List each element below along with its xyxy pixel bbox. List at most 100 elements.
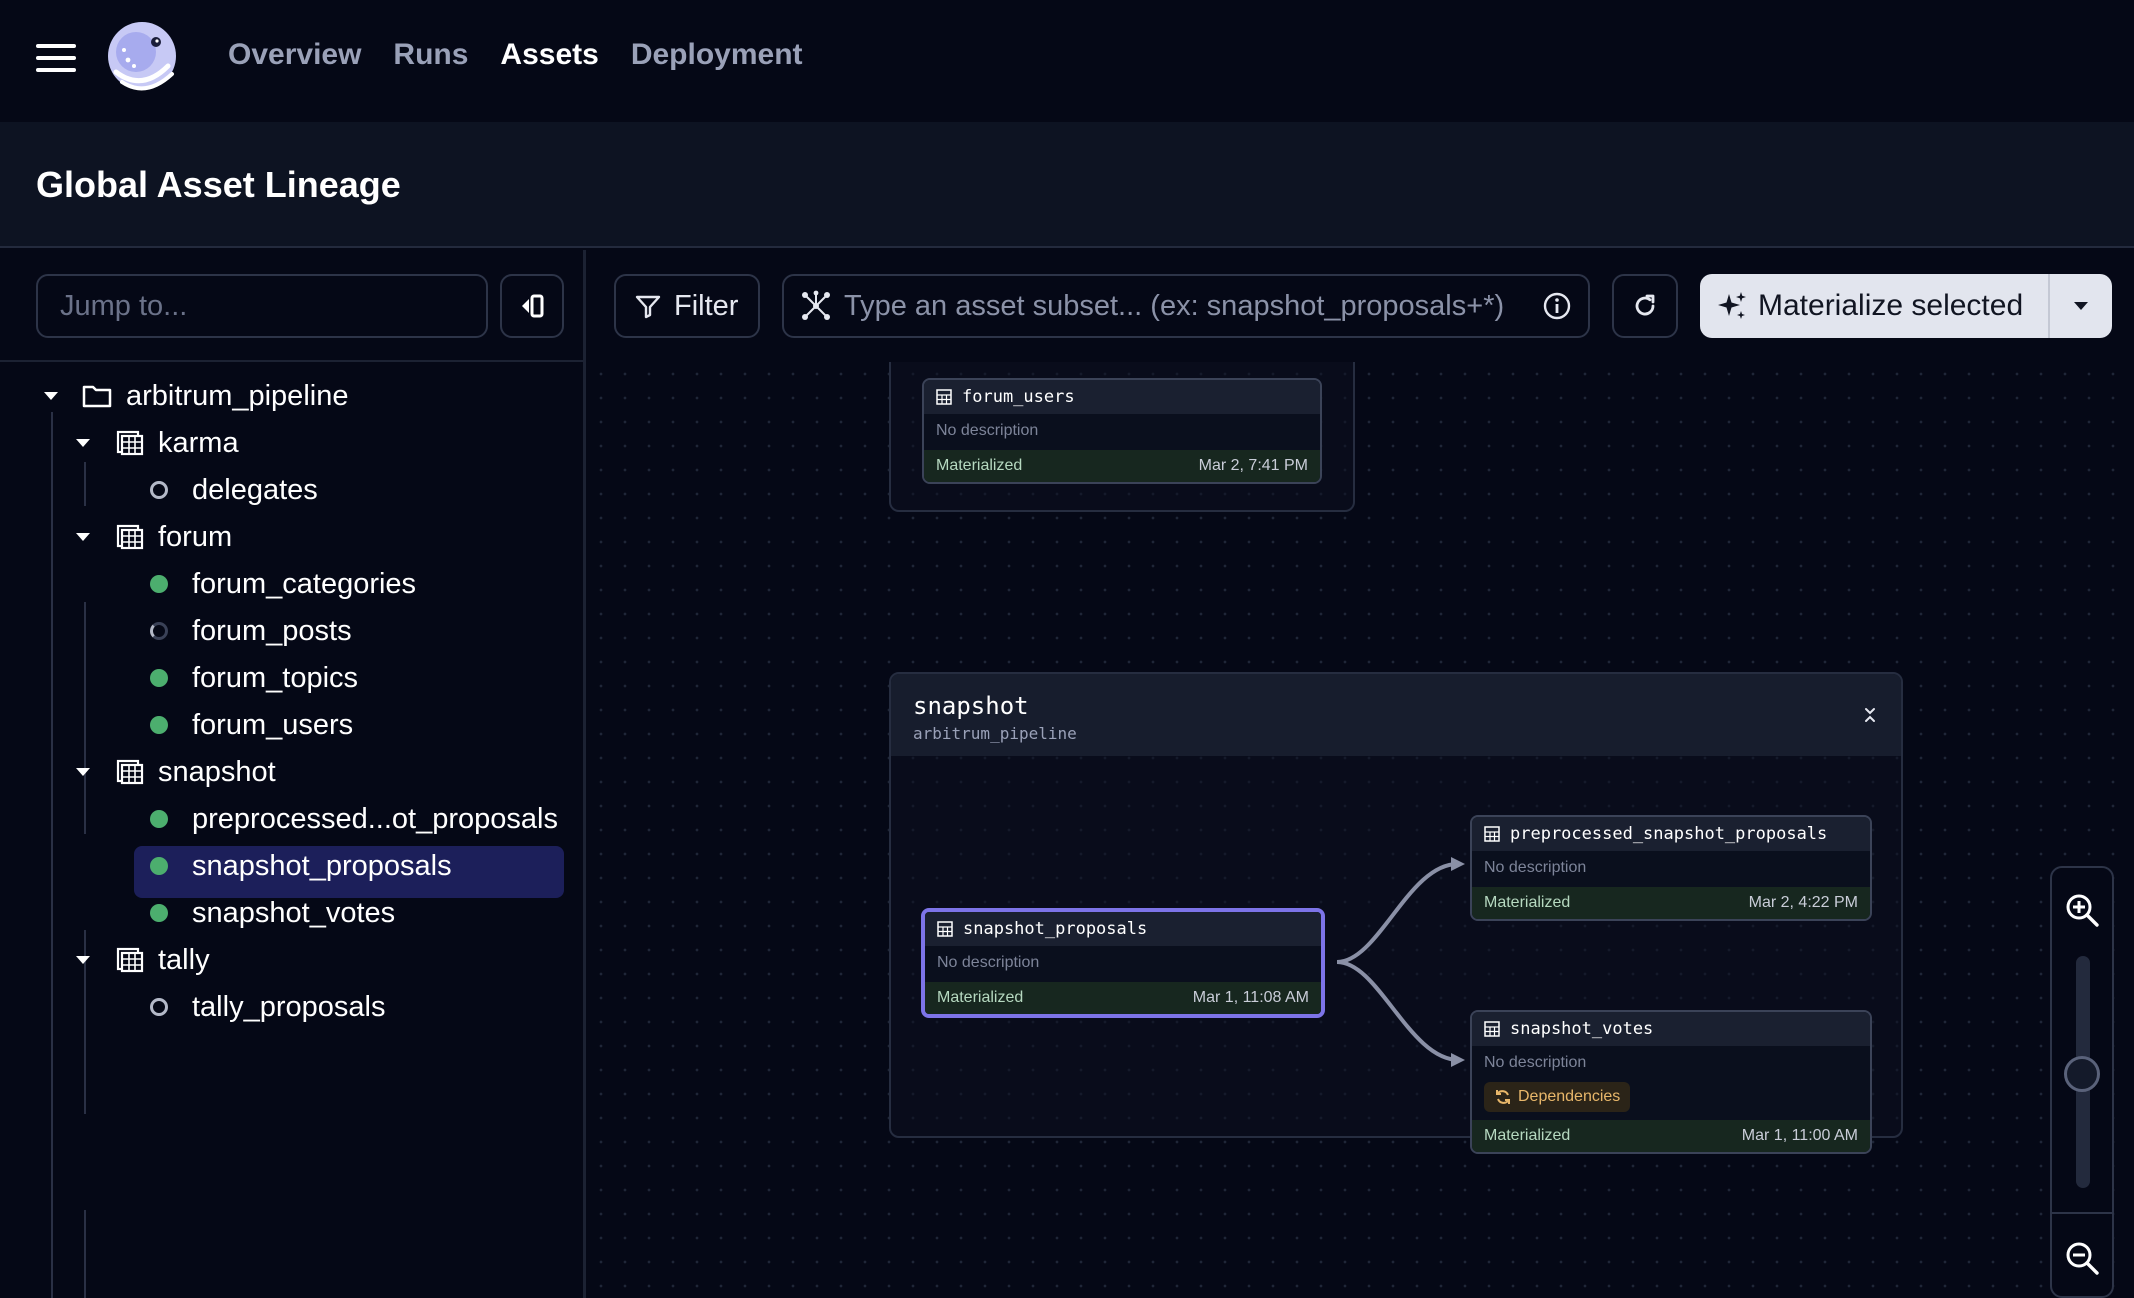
asset-node-header: snapshot_proposals <box>925 912 1321 946</box>
lineage-graph-canvas[interactable]: forum_users No description Materialized … <box>589 362 2134 1298</box>
nav-assets[interactable]: Assets <box>500 38 598 72</box>
lineage-edges <box>1336 857 1465 1067</box>
tree-group-label: snapshot <box>158 755 276 788</box>
asset-selection-input-box[interactable] <box>782 274 1590 338</box>
materialize-main-action[interactable]: Materialize selected <box>1700 274 2048 338</box>
page-header: Global Asset Lineage <box>0 122 2134 248</box>
asset-node-status: Materialized <box>937 989 1024 1006</box>
asset-node-description: No description <box>1484 1054 1587 1071</box>
tree-asset-label: snapshot_votes <box>192 896 396 929</box>
table-icon <box>116 430 144 456</box>
sidebar: arbitrum_pipeline karma delegates forum … <box>0 250 586 1298</box>
zoom-out-icon <box>2066 1242 2099 1275</box>
tree-guide-line <box>51 412 53 1298</box>
tree-group-label: tally <box>158 943 210 976</box>
tree-guide-line <box>84 1210 86 1298</box>
tree-asset-label: forum_categories <box>192 567 417 600</box>
zoom-in-icon <box>2066 894 2099 927</box>
status-never-materialized-icon <box>150 998 168 1016</box>
asset-selection-input[interactable] <box>844 289 1542 323</box>
menu-icon[interactable] <box>36 44 76 72</box>
caret-down-icon <box>2074 302 2088 310</box>
tree-asset-label: tally_proposals <box>192 990 386 1023</box>
tree-asset-label: snapshot_proposals <box>192 849 452 882</box>
status-never-materialized-icon <box>150 481 168 499</box>
table-icon <box>116 947 144 973</box>
sidebar-divider <box>0 360 586 362</box>
asset-node-status-row: Materialized Mar 2, 4:22 PM <box>1472 887 1870 919</box>
arrow-head-icon <box>1451 1053 1465 1067</box>
filter-button[interactable]: Filter <box>614 274 760 338</box>
status-materialized-icon <box>150 716 168 734</box>
dependencies-badge[interactable]: Dependencies <box>1484 1082 1631 1112</box>
jump-to-input[interactable] <box>36 274 488 338</box>
nav-links: Overview Runs Assets Deployment <box>228 38 803 72</box>
asset-node-status: Materialized <box>1484 1127 1571 1144</box>
tree-group-label: forum <box>158 520 233 553</box>
asset-node-name: snapshot_votes <box>1510 1019 1654 1039</box>
table-icon <box>116 759 144 785</box>
refresh-icon <box>1635 294 1655 316</box>
materialize-dropdown-toggle[interactable] <box>2048 274 2112 338</box>
filter-label: Filter <box>674 289 739 322</box>
tree-asset-tally-proposals[interactable]: tally_proposals <box>150 979 385 1035</box>
tree-asset-label: preprocessed...ot_proposals <box>192 802 558 835</box>
refresh-button[interactable] <box>1612 274 1678 338</box>
asset-node-timestamp[interactable]: Mar 1, 11:00 AM <box>1742 1127 1858 1145</box>
table-icon <box>1484 1021 1500 1037</box>
tree-asset-label: delegates <box>192 473 318 506</box>
chevron-down-icon[interactable] <box>76 956 90 964</box>
top-nav: Overview Runs Assets Deployment <box>0 0 2134 122</box>
asset-node-description: No description <box>937 954 1040 971</box>
materialize-selected-button[interactable]: Materialize selected <box>1700 274 2112 338</box>
panel-collapse-icon <box>522 294 544 318</box>
arrow-head-icon <box>1451 857 1465 871</box>
zoom-divider <box>2052 1212 2112 1214</box>
nav-deployment[interactable]: Deployment <box>631 38 803 72</box>
nav-overview[interactable]: Overview <box>228 38 361 72</box>
zoom-slider-handle[interactable] <box>2064 1056 2100 1092</box>
table-icon <box>1484 826 1500 842</box>
nav-runs[interactable]: Runs <box>393 38 468 72</box>
asset-node-name: preprocessed_snapshot_proposals <box>1510 824 1828 844</box>
edge-to-preprocessed <box>1336 861 1460 964</box>
status-loading-icon <box>150 622 168 640</box>
sparkle-icon <box>1718 292 1746 319</box>
asset-node-timestamp[interactable]: Mar 1, 11:08 AM <box>1193 989 1309 1007</box>
status-materialized-icon <box>150 810 168 828</box>
chevron-down-icon[interactable] <box>76 439 90 447</box>
collapse-sidebar-button[interactable] <box>500 274 564 338</box>
asset-node-name: snapshot_proposals <box>963 919 1148 939</box>
asset-node-snapshot-proposals[interactable]: snapshot_proposals No description Materi… <box>921 908 1325 1018</box>
asset-node-status-row: Materialized Mar 1, 11:08 AM <box>925 982 1321 1014</box>
chevron-down-icon[interactable] <box>76 533 90 541</box>
asset-node-header: snapshot_votes <box>1472 1012 1870 1046</box>
page-title: Global Asset Lineage <box>36 164 401 205</box>
status-materialized-icon <box>150 575 168 593</box>
info-icon[interactable] <box>1542 291 1572 321</box>
zoom-control <box>2050 866 2114 1298</box>
asset-node-preprocessed-snapshot-proposals[interactable]: preprocessed_snapshot_proposals No descr… <box>1470 815 1872 921</box>
dependencies-label: Dependencies <box>1518 1088 1621 1105</box>
filter-icon <box>635 295 661 319</box>
status-materialized-icon <box>150 904 168 922</box>
status-materialized-icon <box>150 857 168 875</box>
materialize-label: Materialize selected <box>1758 289 2024 322</box>
table-icon <box>116 524 144 550</box>
asset-node-header: preprocessed_snapshot_proposals <box>1472 817 1870 851</box>
asset-node-snapshot-votes[interactable]: snapshot_votes No description Dependenci… <box>1470 1010 1872 1154</box>
tree-asset-label: forum_users <box>192 708 354 741</box>
status-materialized-icon <box>150 669 168 687</box>
tree-root-label: arbitrum_pipeline <box>126 379 349 412</box>
edge-to-votes <box>1336 960 1460 1062</box>
zoom-in-button[interactable] <box>2052 880 2112 940</box>
chevron-down-icon[interactable] <box>76 768 90 776</box>
tree-asset-label: forum_topics <box>192 661 359 694</box>
chevron-down-icon[interactable] <box>44 392 58 400</box>
asset-node-timestamp[interactable]: Mar 2, 4:22 PM <box>1749 894 1858 912</box>
logo-icon[interactable] <box>106 20 182 96</box>
asset-node-description: No description <box>1484 859 1587 876</box>
asset-node-status: Materialized <box>1484 894 1571 911</box>
zoom-out-button[interactable] <box>2052 1228 2112 1288</box>
sync-icon <box>1496 1090 1510 1104</box>
